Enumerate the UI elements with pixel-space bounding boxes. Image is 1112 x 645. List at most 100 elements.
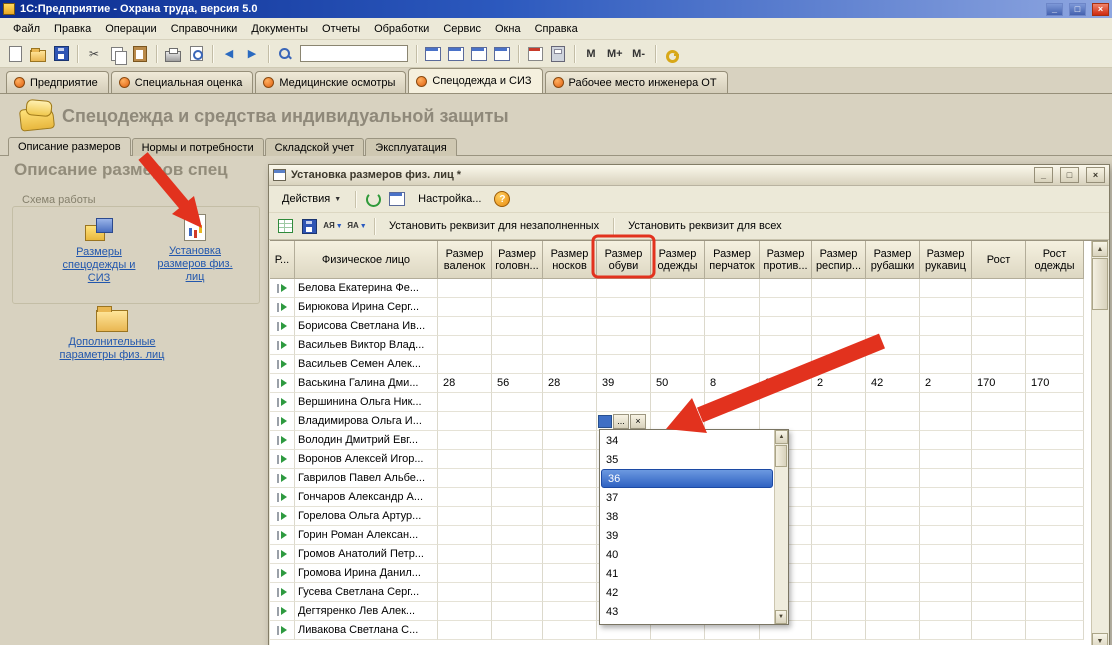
menu-item-4[interactable]: Справочники	[164, 20, 245, 38]
size-cell[interactable]	[543, 469, 597, 488]
find-button[interactable]	[274, 43, 296, 64]
column-header[interactable]: Размер рубашки	[866, 241, 920, 279]
scrollbar-thumb[interactable]	[1092, 258, 1108, 310]
size-cell[interactable]	[972, 336, 1026, 355]
person-name-cell[interactable]: Бирюкова Ирина Серг...	[295, 298, 438, 317]
size-cell[interactable]	[597, 317, 651, 336]
dropdown-item[interactable]: 41	[600, 564, 774, 583]
menu-item-5[interactable]: Документы	[244, 20, 315, 38]
size-cell[interactable]	[1026, 602, 1084, 621]
size-cell[interactable]: 170	[972, 374, 1026, 393]
memory-recall-button[interactable]: M	[580, 43, 602, 64]
dropdown-scrollbar-thumb[interactable]	[775, 445, 787, 467]
sort-descending-button[interactable]: ЯА ▼	[346, 216, 368, 237]
size-cell[interactable]	[1026, 545, 1084, 564]
size-cell[interactable]	[866, 507, 920, 526]
person-name-cell[interactable]: Громова Ирина Данил...	[295, 564, 438, 583]
size-cell[interactable]	[812, 564, 866, 583]
save-button[interactable]	[50, 43, 72, 64]
subtab-2[interactable]: Нормы и потребности	[131, 138, 264, 156]
size-cell[interactable]	[543, 355, 597, 374]
size-cell[interactable]: 42	[866, 374, 920, 393]
memory-plus-button[interactable]: M+	[603, 43, 627, 64]
menu-item-1[interactable]: Файл	[6, 20, 47, 38]
size-cell[interactable]	[543, 488, 597, 507]
size-cell[interactable]	[438, 583, 492, 602]
size-cell[interactable]	[920, 602, 972, 621]
subtab-3[interactable]: Складской учет	[264, 138, 365, 156]
dropdown-item[interactable]: 43	[600, 602, 774, 621]
size-cell[interactable]	[812, 317, 866, 336]
size-cell[interactable]	[543, 526, 597, 545]
size-cell[interactable]	[492, 298, 543, 317]
person-name-cell[interactable]: Ливакова Светлана С...	[295, 621, 438, 640]
size-cell[interactable]	[1026, 431, 1084, 450]
menu-item-6[interactable]: Отчеты	[315, 20, 367, 38]
size-cell[interactable]	[972, 450, 1026, 469]
search-input[interactable]	[300, 45, 408, 62]
size-cell[interactable]	[866, 355, 920, 374]
person-name-cell[interactable]: Гусева Светлана Серг...	[295, 583, 438, 602]
size-cell[interactable]	[543, 298, 597, 317]
size-cell[interactable]	[492, 336, 543, 355]
desktop-tab-1[interactable]: Предприятие	[6, 71, 109, 93]
size-cell[interactable]: 170	[1026, 374, 1084, 393]
size-cell[interactable]	[1026, 393, 1084, 412]
menu-item-8[interactable]: Сервис	[436, 20, 488, 38]
size-cell[interactable]: 2	[920, 374, 972, 393]
choose-value-button[interactable]: ...	[613, 413, 629, 429]
size-cell[interactable]	[920, 431, 972, 450]
dialog-minimize-button[interactable]: _	[1034, 167, 1053, 183]
column-header[interactable]: Размер одежды	[651, 241, 705, 279]
size-cell[interactable]	[597, 279, 651, 298]
size-cell[interactable]	[920, 450, 972, 469]
size-cell[interactable]	[866, 431, 920, 450]
size-cell[interactable]	[760, 355, 812, 374]
size-cell[interactable]	[920, 298, 972, 317]
size-cell[interactable]	[1026, 279, 1084, 298]
size-cell[interactable]	[920, 545, 972, 564]
menu-item-7[interactable]: Обработки	[367, 20, 436, 38]
size-cell[interactable]	[920, 355, 972, 374]
dialog-close-button[interactable]: ×	[1086, 167, 1105, 183]
new-document-button[interactable]	[4, 43, 26, 64]
size-cell[interactable]	[597, 298, 651, 317]
column-header[interactable]: Размер против...	[760, 241, 812, 279]
size-cell[interactable]	[812, 450, 866, 469]
size-cell[interactable]	[760, 298, 812, 317]
size-cell[interactable]	[651, 355, 705, 374]
scroll-down-button[interactable]: ▼	[1092, 633, 1108, 645]
size-cell[interactable]	[866, 298, 920, 317]
dropdown-item[interactable]: 35	[600, 450, 774, 469]
size-cell[interactable]	[492, 279, 543, 298]
column-header[interactable]: Размер респир...	[812, 241, 866, 279]
size-cell[interactable]	[920, 621, 972, 640]
size-cell[interactable]	[492, 355, 543, 374]
size-cell[interactable]: 39	[597, 374, 651, 393]
size-cell[interactable]	[972, 469, 1026, 488]
subtab-1[interactable]: Описание размеров	[8, 137, 131, 156]
size-cell[interactable]	[1026, 488, 1084, 507]
size-cell[interactable]: 8	[705, 374, 760, 393]
size-cell[interactable]	[438, 469, 492, 488]
size-cell[interactable]	[1026, 564, 1084, 583]
size-cell[interactable]	[492, 393, 543, 412]
window-tile-button[interactable]	[468, 43, 490, 64]
size-cell[interactable]	[438, 317, 492, 336]
help-button[interactable]: ?	[491, 189, 513, 210]
window-list-button[interactable]	[422, 43, 444, 64]
window-cascade-button[interactable]	[445, 43, 467, 64]
person-name-cell[interactable]: Васильев Виктор Влад...	[295, 336, 438, 355]
link-label[interactable]: Размеры спецодежды и СИЗ	[52, 246, 146, 285]
size-cell[interactable]	[543, 412, 597, 431]
person-name-cell[interactable]: Громов Анатолий Петр...	[295, 545, 438, 564]
size-cell[interactable]	[543, 279, 597, 298]
calendar-button[interactable]	[524, 43, 546, 64]
size-cell[interactable]	[651, 393, 705, 412]
size-cell[interactable]	[866, 336, 920, 355]
size-cell[interactable]	[543, 393, 597, 412]
size-cell[interactable]	[705, 298, 760, 317]
column-header[interactable]: Размер валенок	[438, 241, 492, 279]
size-cell[interactable]	[438, 298, 492, 317]
size-cell[interactable]	[972, 488, 1026, 507]
